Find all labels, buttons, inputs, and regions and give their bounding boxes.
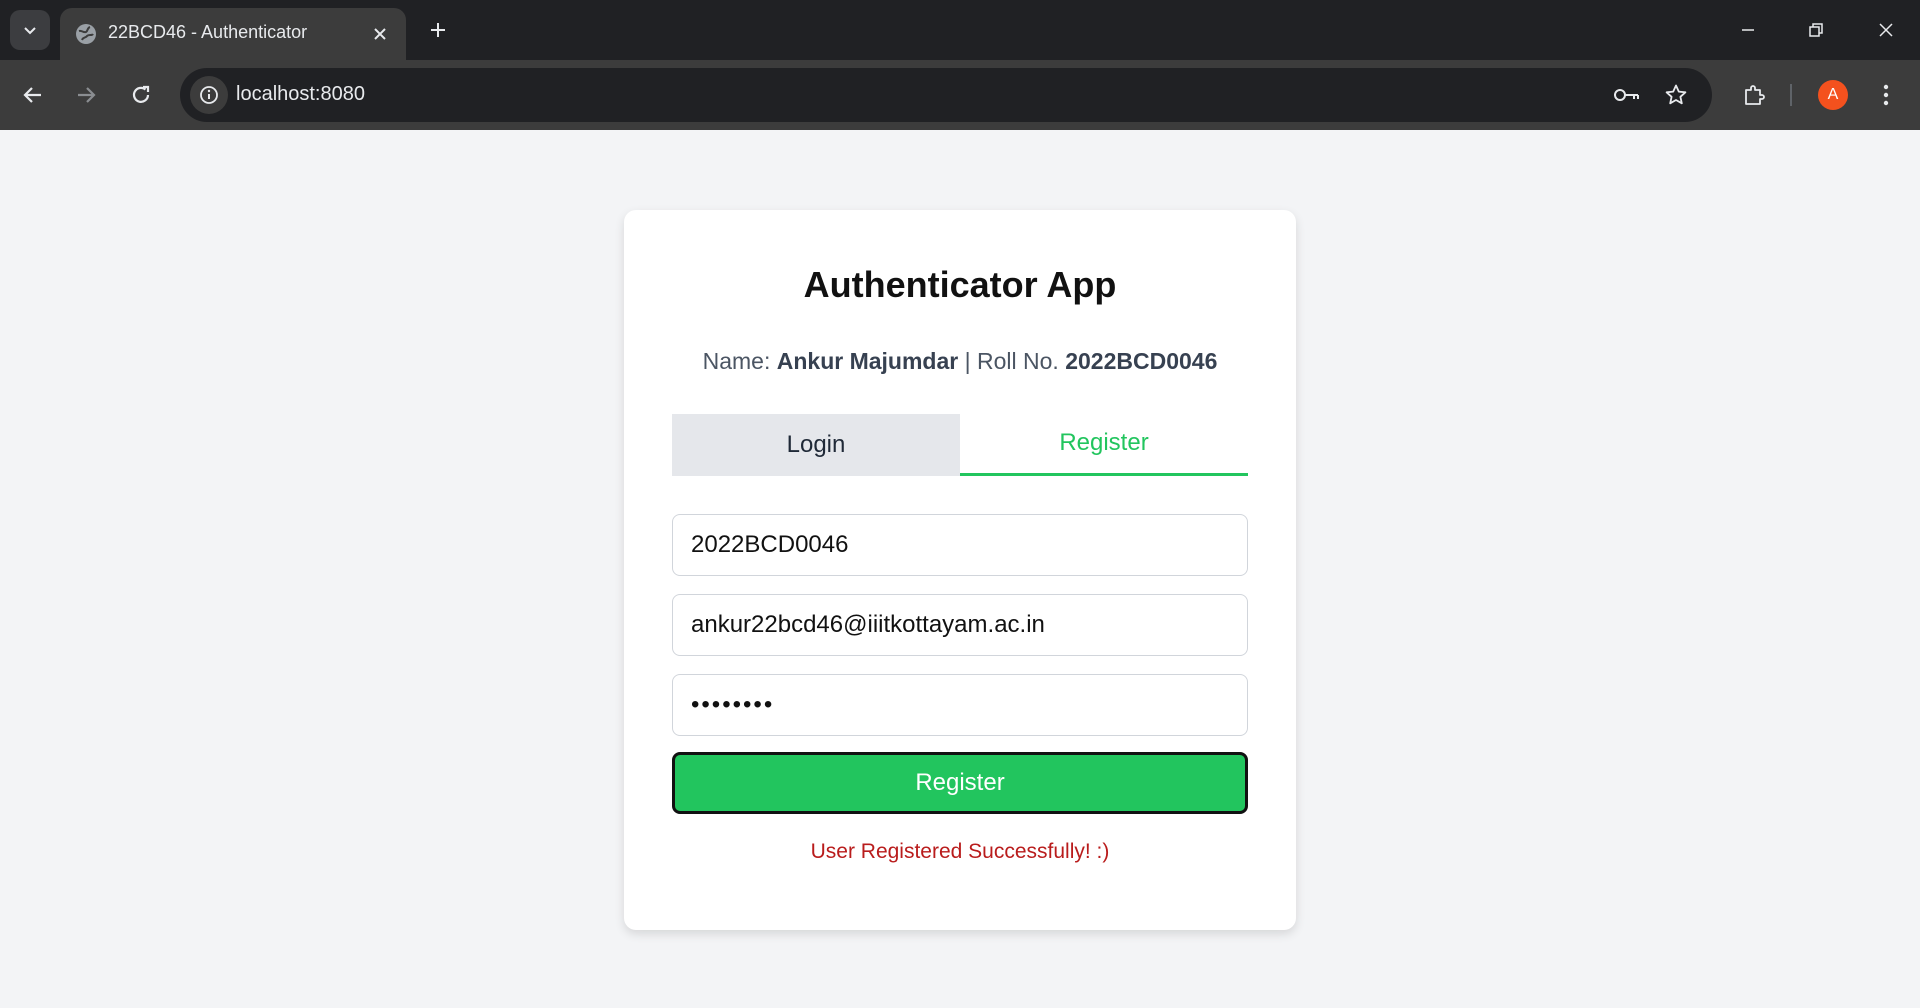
password-manager-button[interactable] bbox=[1608, 76, 1646, 114]
auth-tabs: Login Register bbox=[672, 414, 1248, 476]
page-title: Authenticator App bbox=[803, 264, 1117, 305]
close-icon bbox=[374, 28, 386, 40]
close-window-button[interactable] bbox=[1856, 8, 1916, 52]
username-input[interactable] bbox=[672, 514, 1248, 576]
password-input[interactable] bbox=[672, 674, 1248, 736]
globe-icon bbox=[76, 24, 96, 44]
url-text: localhost:8080 bbox=[236, 83, 365, 105]
register-button[interactable]: Register bbox=[672, 752, 1248, 814]
status-message: User Registered Successfully! :) bbox=[810, 840, 1110, 863]
chevron-down-icon bbox=[24, 27, 36, 35]
browser-tab-strip: 22BCD46 - Authenticator bbox=[0, 0, 1920, 60]
browser-toolbar: localhost:8080 A bbox=[0, 60, 1920, 130]
student-info: Name: Ankur Majumdar | Roll No. 2022BCD0… bbox=[624, 348, 1296, 375]
info-icon bbox=[200, 86, 218, 104]
name-label: Name: bbox=[702, 348, 771, 374]
address-bar[interactable]: localhost:8080 bbox=[180, 68, 1712, 122]
forward-button[interactable] bbox=[63, 72, 109, 118]
site-info-button[interactable] bbox=[190, 76, 228, 114]
new-tab-button[interactable] bbox=[420, 12, 456, 48]
extensions-button[interactable] bbox=[1731, 72, 1777, 118]
tab-search-button[interactable] bbox=[10, 10, 50, 50]
browser-tab[interactable]: 22BCD46 - Authenticator bbox=[60, 8, 406, 60]
reload-button[interactable] bbox=[118, 72, 164, 118]
back-button[interactable] bbox=[10, 72, 56, 118]
arrow-right-icon bbox=[78, 87, 96, 103]
tab-close-button[interactable] bbox=[368, 22, 392, 46]
auth-card: Authenticator App Name: Ankur Majumdar |… bbox=[624, 210, 1296, 930]
more-vertical-icon bbox=[1883, 84, 1889, 106]
bookmark-button[interactable] bbox=[1657, 76, 1695, 114]
minimize-icon bbox=[1742, 29, 1754, 31]
browser-menu-button[interactable] bbox=[1863, 72, 1909, 118]
restore-icon bbox=[1809, 23, 1823, 37]
key-icon bbox=[1614, 89, 1639, 101]
restore-button[interactable] bbox=[1786, 8, 1846, 52]
tab-login[interactable]: Login bbox=[672, 414, 960, 476]
close-icon bbox=[1879, 23, 1893, 37]
tab-register[interactable]: Register bbox=[960, 414, 1248, 476]
toolbar-divider bbox=[1790, 84, 1792, 106]
star-icon bbox=[1665, 84, 1687, 105]
profile-avatar[interactable]: A bbox=[1818, 80, 1848, 110]
student-name: Ankur Majumdar bbox=[776, 348, 959, 374]
reload-icon bbox=[132, 85, 150, 103]
plus-icon bbox=[431, 23, 445, 37]
email-input[interactable] bbox=[672, 594, 1248, 656]
roll-label: Roll No. bbox=[977, 348, 1059, 374]
puzzle-icon bbox=[1745, 85, 1765, 105]
separator: | bbox=[964, 348, 971, 374]
arrow-left-icon bbox=[23, 87, 41, 103]
tab-title: 22BCD46 - Authenticator bbox=[108, 22, 308, 42]
roll-number: 2022BCD0046 bbox=[1065, 348, 1218, 374]
minimize-button[interactable] bbox=[1718, 8, 1778, 52]
